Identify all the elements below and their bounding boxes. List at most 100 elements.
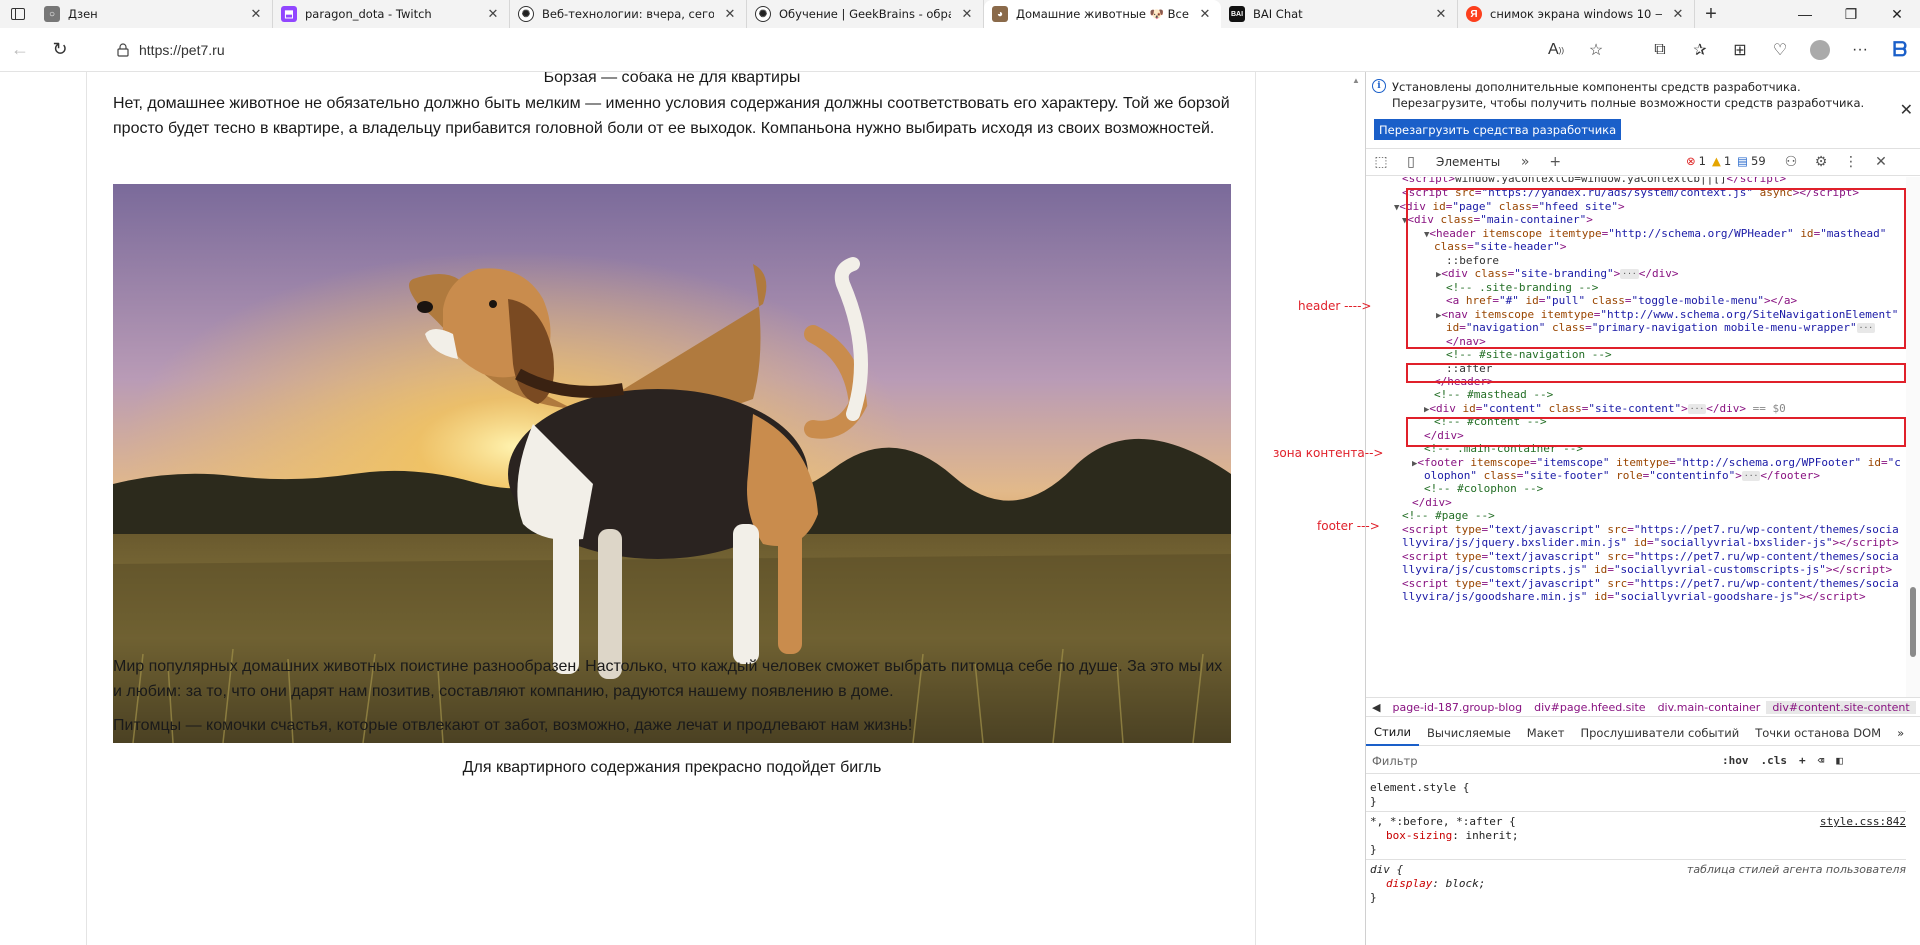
cls-toggle[interactable]: .cls (1755, 754, 1794, 767)
warning-counter[interactable]: ▲ 1 (1712, 154, 1731, 168)
close-icon[interactable]: ✕ (248, 6, 264, 22)
extensions-icon[interactable]: ⧉ (1640, 32, 1680, 68)
element-style-selector[interactable]: element.style { (1370, 781, 1469, 795)
breadcrumb-scroll-left-icon[interactable]: ◀ (1366, 701, 1386, 714)
url-text: https://pet7.ru (139, 42, 225, 58)
tab-dzen[interactable]: ○ Дзен ✕ (36, 0, 273, 28)
tab-title: Дзен (68, 7, 98, 21)
tab-twitch[interactable]: ⬒ paragon_dota - Twitch ✕ (273, 0, 510, 28)
tab-layout[interactable]: Макет (1519, 720, 1573, 746)
address-toolbar: ← ↻ https://pet7.ru A)) ☆ ⧉ ✰ ⊞ ♡ ··· ᗷ (0, 28, 1920, 72)
rule-source-link[interactable]: style.css:842 (1820, 815, 1906, 829)
close-window-button[interactable]: ✕ (1874, 0, 1920, 28)
css-property[interactable]: box-sizing (1386, 829, 1452, 842)
tab-geekbrains[interactable]: ✺ Обучение | GeekBrains - образо ✕ (747, 0, 984, 28)
browser-essentials-icon[interactable]: ♡ (1760, 32, 1800, 68)
close-icon[interactable]: ✕ (1900, 100, 1913, 119)
favorites-icon[interactable]: ✰ (1680, 32, 1720, 68)
breadcrumb-item-current[interactable]: div#content.site-content (1766, 700, 1916, 714)
rule-close-brace: } (1370, 891, 1377, 904)
page-scrollbar[interactable]: ▲ (1349, 72, 1365, 945)
breadcrumb-item[interactable]: div#page.hfeed.site (1528, 701, 1651, 714)
close-icon[interactable]: ✕ (1670, 6, 1686, 22)
refresh-button[interactable]: ↻ (40, 30, 80, 70)
dom-tree-scrollbar[interactable] (1906, 177, 1920, 697)
kebab-menu-icon[interactable]: ⋮ (1836, 148, 1866, 176)
inspect-element-icon[interactable]: ⬚ (1366, 148, 1396, 176)
notice-text: Установлены дополнительные компоненты ср… (1392, 80, 1865, 110)
tab-event-listeners[interactable]: Прослушиватели событий (1572, 720, 1747, 746)
tab-title: BAI Chat (1253, 7, 1303, 21)
issue-counters[interactable]: ⊗ 1 ▲ 1 ▤ 59 (1686, 154, 1766, 168)
close-icon[interactable]: ✕ (1197, 6, 1213, 22)
tab-yandex[interactable]: Я снимок экрана windows 10 — Я ✕ (1458, 0, 1695, 28)
profile-avatar-icon[interactable] (1800, 32, 1840, 68)
back-button[interactable]: ← (0, 30, 40, 70)
rule-close-brace: } (1370, 843, 1377, 856)
rule-separator (1366, 859, 1906, 860)
css-value[interactable]: inherit; (1465, 829, 1518, 842)
user-agent-stylesheet-label: таблица стилей агента пользователя (1686, 863, 1906, 876)
rule-selector[interactable]: div { (1370, 863, 1403, 877)
sidebar-toggle-icon[interactable]: ◧ (1830, 754, 1849, 767)
close-icon[interactable]: ✕ (1433, 6, 1449, 22)
scroll-up-arrow-icon[interactable]: ▲ (1352, 76, 1360, 85)
close-icon[interactable]: ✕ (959, 6, 975, 22)
devtools-panel: i Установлены дополнительные компоненты … (1365, 72, 1920, 945)
tab-styles[interactable]: Стили (1366, 720, 1420, 746)
tab-dom-breakpoints[interactable]: Точки останова DOM (1747, 720, 1889, 746)
breadcrumb-item[interactable]: page-id-187.group-blog (1386, 701, 1528, 714)
paint-brush-icon[interactable]: ⌫ (1812, 754, 1831, 767)
collections-icon[interactable]: ⊞ (1720, 32, 1760, 68)
close-icon[interactable]: ✕ (485, 6, 501, 22)
warning-count: 1 (1723, 154, 1732, 168)
chatgpt-icon: ✺ (755, 6, 771, 22)
favorite-star-icon[interactable]: ☆ (1576, 32, 1616, 68)
tab-computed[interactable]: Вычисляемые (1419, 720, 1519, 746)
more-tabs-icon[interactable]: » (1889, 720, 1912, 746)
styles-filter-input[interactable]: Фильтр (1366, 754, 1716, 768)
scrollbar-thumb[interactable] (1910, 587, 1916, 657)
paragraph: Мир популярных домашних животных поистин… (113, 658, 1223, 700)
device-emulation-icon[interactable]: ▯ (1396, 148, 1426, 176)
add-tab-plus-icon[interactable]: + (1540, 148, 1570, 176)
rule-close-brace: } (1370, 795, 1377, 808)
footer-annotation: footer ---> (1317, 519, 1380, 533)
close-icon[interactable]: ✕ (722, 6, 738, 22)
styles-pane: element.style { } *, *:before, *:after {… (1366, 775, 1906, 945)
lock-icon (117, 43, 129, 57)
bing-copilot-icon[interactable]: ᗷ (1880, 32, 1920, 68)
devtools-toolbar: ⬚ ▯ Элементы » + ⊗ 1 ▲ 1 ▤ 59 ⚇ ⚙ ⋮ ✕ (1366, 148, 1920, 176)
web-page: Борзая — собака не для квартиры Нет, дом… (0, 72, 1354, 945)
new-tab-button[interactable]: + (1695, 0, 1727, 28)
message-icon: ▤ (1737, 154, 1749, 168)
settings-gear-icon[interactable]: ⚙ (1806, 148, 1836, 176)
warning-icon: ▲ (1711, 154, 1721, 168)
tab-bai-chat[interactable]: BAI BAI Chat ✕ (1221, 0, 1458, 28)
minimize-button[interactable]: — (1782, 0, 1828, 28)
pet-icon: ◕ (992, 6, 1008, 22)
close-devtools-icon[interactable]: ✕ (1866, 148, 1896, 176)
tab-elements[interactable]: Элементы (1426, 155, 1510, 169)
hov-toggle[interactable]: :hov (1716, 754, 1755, 767)
tab-title: Веб-технологии: вчера, сегодня (542, 7, 714, 21)
message-counter[interactable]: ▤ 59 (1737, 154, 1766, 168)
more-tabs-icon[interactable]: » (1510, 148, 1540, 176)
error-counter[interactable]: ⊗ 1 (1686, 154, 1706, 168)
paragraph: Нет, домашнее животное не обязательно до… (113, 95, 1230, 137)
tab-web-tech[interactable]: ✺ Веб-технологии: вчера, сегодня ✕ (510, 0, 747, 28)
rule-separator (1366, 811, 1906, 812)
tab-actions-button[interactable] (0, 0, 36, 28)
rule-selector[interactable]: *, *:before, *:after { (1370, 815, 1516, 829)
new-rule-plus-icon[interactable]: + (1793, 754, 1812, 767)
restore-button[interactable]: ❐ (1828, 0, 1874, 28)
reload-devtools-button[interactable]: Перезагрузить средства разработчика (1374, 119, 1622, 140)
address-field[interactable]: https://pet7.ru (105, 34, 1600, 66)
more-menu-icon[interactable]: ··· (1840, 32, 1880, 68)
breadcrumb-item[interactable]: div.main-container (1652, 701, 1767, 714)
feedback-icon[interactable]: ⚇ (1776, 148, 1806, 176)
tab-pets[interactable]: ◕ Домашние животные 🐶 Все п ✕ (984, 0, 1221, 28)
read-aloud-icon[interactable]: A)) (1536, 32, 1576, 68)
content-highlight-box (1406, 363, 1906, 383)
arrow-left-icon: ← (11, 39, 29, 59)
